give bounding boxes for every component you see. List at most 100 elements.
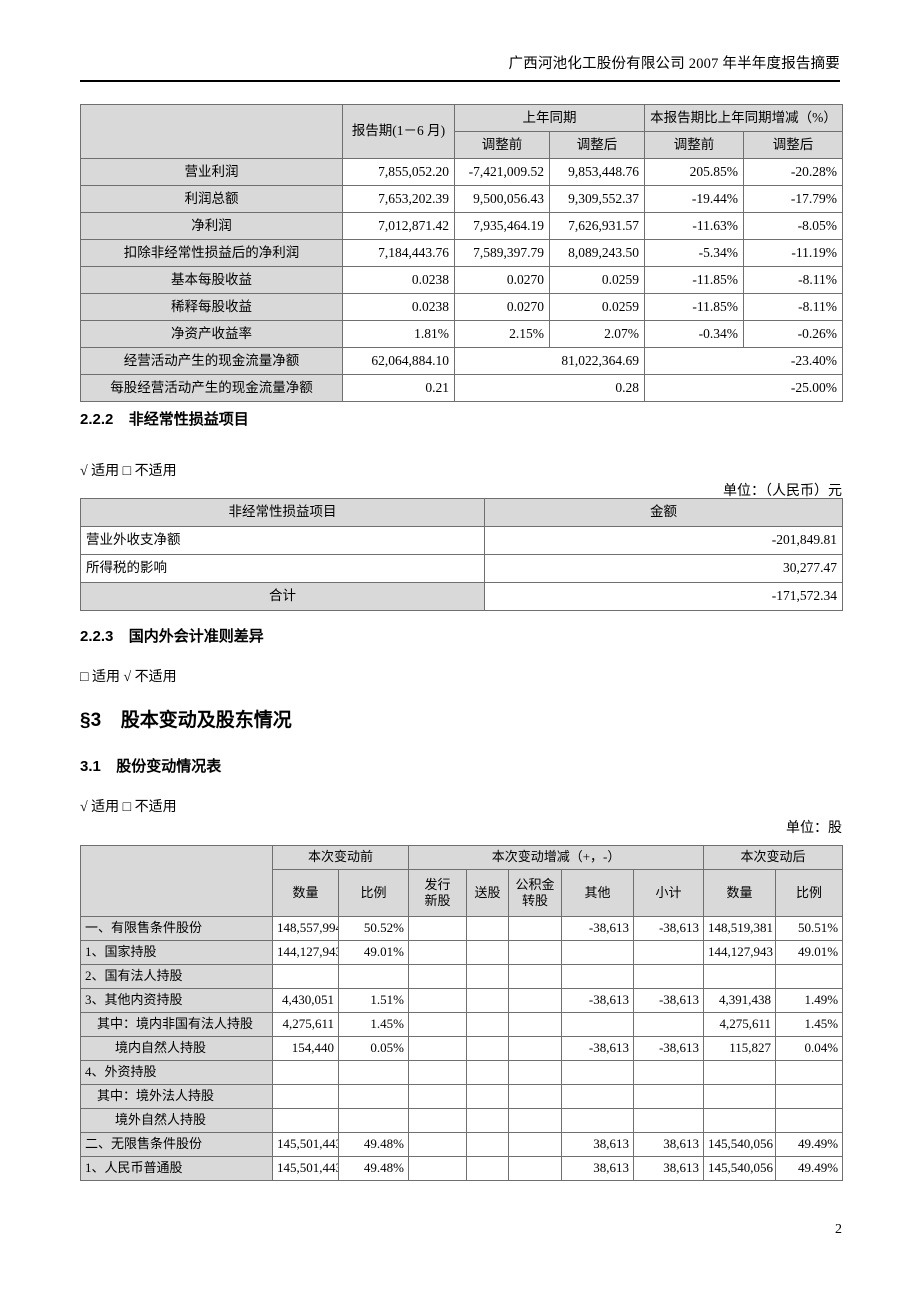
table-row: 3、其他内资持股 4,430,051 1.51% -38,613 -38,613… [80,988,844,1013]
cell-reserve [508,1156,563,1181]
cell-bonus [466,1108,510,1133]
cell-chg-before: -0.34% [644,320,744,348]
col-subtotal-header: 小计 [633,869,705,917]
key-figures-table: 报告期(1－6 月) 上年同期 本报告期比上年同期增减（%） 调整前 调整后 调… [80,104,843,402]
cell-before-qty: 145,501,443 [272,1132,339,1157]
cell-other [561,1108,635,1133]
table-header-row: 非经常性损益项目 金额 [80,498,843,527]
col-prev-before-adjust-header: 调整前 [454,131,550,159]
col-after-pct-header: 比例 [775,869,844,917]
cell-bonus [466,1156,510,1181]
table-header-row-1: 报告期(1－6 月) 上年同期 本报告期比上年同期增减（%） [80,104,843,159]
section-222-title: 非经常性损益项目 [128,411,249,428]
cell-other: -38,613 [561,916,635,941]
cell-other: -38,613 [561,1036,635,1061]
share-change-table-wrap: 本次变动前 本次变动增减（+，-） 本次变动后 数量 比例 发行 新股 送股 公… [80,845,844,1181]
cell-other: 38,613 [561,1132,635,1157]
table-row: 其中：境外法人持股 [80,1084,844,1109]
document-page: 广西河池化工股份有限公司 2007 年半年度报告摘要 报告期(1－6 月) 上年… [0,0,920,1302]
cell-before-qty [272,1084,339,1109]
cell-chg-after: -8.05% [743,212,843,240]
cell-reserve [508,940,563,965]
cell-before-pct [337,1084,410,1109]
row-label: 境内自然人持股 [80,1036,273,1061]
table-header-row-1: 本次变动前 本次变动增减（+，-） 本次变动后 [80,845,844,917]
cell-before-pct [337,964,410,989]
cell-prev-merged: 81,022,364.69 [454,347,645,375]
cell-bonus [466,1084,510,1109]
cell-before-qty: 4,430,051 [272,988,339,1013]
section-223-applicability: □ 适用 √ 不适用 [80,666,842,686]
cell-bonus [466,1012,510,1037]
table-row-merged: 每股经营活动产生的现金流量净额 0.21 0.28 -25.00% [80,374,843,402]
cell-new-issue [408,1060,468,1085]
cell-report: 1.81% [342,320,455,348]
cell-after-pct [775,1108,844,1133]
cell-chg-before: -11.85% [644,293,744,321]
cell-chg-after: -8.11% [743,266,843,294]
cell-other: 38,613 [561,1156,635,1181]
cell-before-qty: 154,440 [272,1036,339,1061]
cell-after-qty [703,1060,777,1085]
table-row: 4、外资持股 [80,1060,844,1085]
cell-bonus [466,964,510,989]
section-223-title: 国内外会计准则差异 [128,628,264,645]
section-222-unit-note-wrap: 单位：（人民币）元 [80,466,842,500]
cell-before-pct [337,1060,410,1085]
col-amount-header: 金额 [484,498,843,527]
cell-subtotal [633,1060,705,1085]
cell-subtotal: 38,613 [633,1156,705,1181]
col-before-change-header: 本次变动前 [271,845,410,870]
cell-before-qty: 144,127,943 [272,940,339,965]
cell-chg-before: -11.85% [644,266,744,294]
cell-total-amount: -171,572.34 [484,582,843,611]
cell-chg-before: -11.63% [644,212,744,240]
cell-other [561,940,635,965]
cell-report: 7,855,052.20 [342,158,455,186]
col-prev-period-header: 上年同期 [454,104,645,132]
cell-subtotal [633,1084,705,1109]
row-label: 2、国有法人持股 [80,964,273,989]
section-31-heading: 3.1 股份变动情况表 [80,755,842,776]
table-row-merged: 经营活动产生的现金流量净额 62,064,884.10 81,022,364.6… [80,347,843,375]
cell-item: 所得税的影响 [80,554,485,583]
cell-new-issue [408,964,468,989]
row-label: 一、有限售条件股份 [80,916,273,941]
table-row: 境内自然人持股 154,440 0.05% -38,613 -38,613 11… [80,1036,844,1061]
row-label: 每股经营活动产生的现金流量净额 [80,374,343,402]
cell-subtotal: -38,613 [633,988,705,1013]
col-before-qty-header: 数量 [272,869,339,917]
cell-bonus [466,916,510,941]
cell-before-pct: 1.45% [337,1012,410,1037]
cell-subtotal [633,1108,705,1133]
cell-after-qty [703,1084,777,1109]
col-report-period-header: 报告期(1－6 月) [342,104,455,159]
cell-reserve [508,916,563,941]
cell-prev-before: 9,500,056.43 [454,185,550,213]
col-after-qty-header: 数量 [703,869,777,917]
cell-chg-after: -17.79% [743,185,843,213]
row-label: 其中：境外法人持股 [80,1084,273,1109]
table-row: 其中：境内非国有法人持股 4,275,611 1.45% 4,275,611 1… [80,1012,844,1037]
cell-report: 7,184,443.76 [342,239,455,267]
cell-report: 7,012,871.42 [342,212,455,240]
cell-prev-after: 9,853,448.76 [549,158,645,186]
cell-subtotal: -38,613 [633,1036,705,1061]
cell-chg-merged: -23.40% [644,347,843,375]
cell-prev-before: 2.15% [454,320,550,348]
cell-report: 0.0238 [342,266,455,294]
cell-subtotal: 38,613 [633,1132,705,1157]
cell-reserve [508,1012,563,1037]
cell-before-qty: 4,275,611 [272,1012,339,1037]
row-label: 境外自然人持股 [80,1108,273,1133]
cell-bonus [466,940,510,965]
table-row: 稀释每股收益 0.0238 0.0270 0.0259 -11.85% -8.1… [80,293,843,321]
cell-after-pct: 50.51% [775,916,844,941]
table-row: 营业利润 7,855,052.20 -7,421,009.52 9,853,44… [80,158,843,186]
cell-prev-after: 0.0259 [549,293,645,321]
table-row: 营业外收支净额 -201,849.81 [80,526,843,555]
col-new-issue-line1: 发行 [424,876,451,892]
cell-new-issue [408,1012,468,1037]
table-row: 净利润 7,012,871.42 7,935,464.19 7,626,931.… [80,212,843,240]
cell-chg-merged: -25.00% [644,374,843,402]
